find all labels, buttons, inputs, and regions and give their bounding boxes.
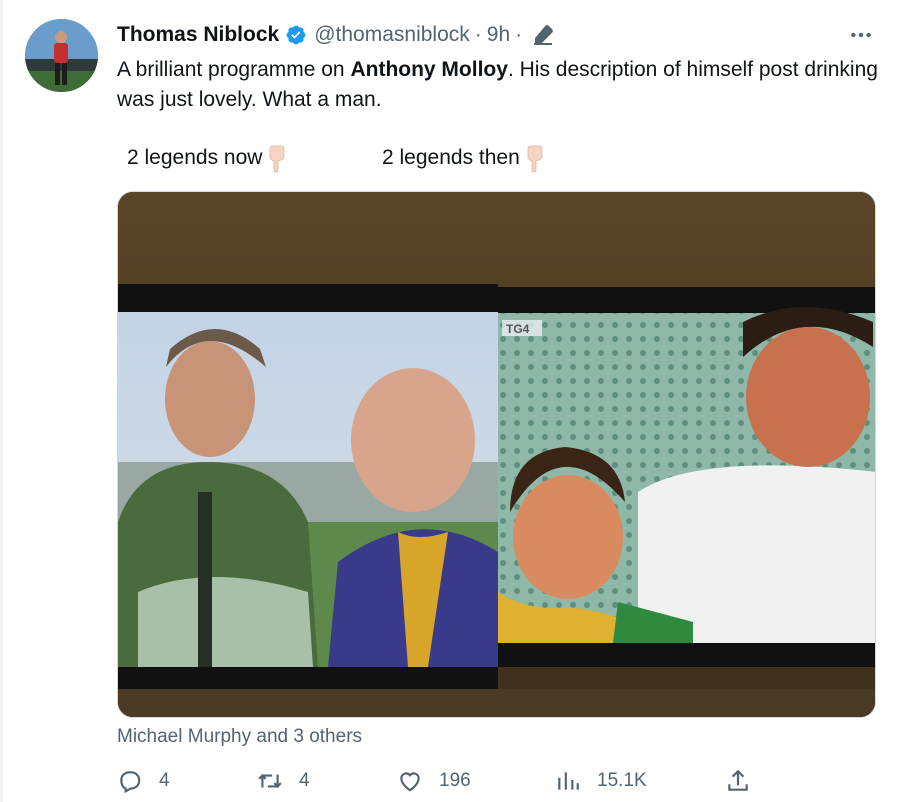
caption-now: 2 legends now [127,142,288,174]
views-button[interactable]: 15.1K [555,763,647,799]
share-button[interactable] [725,763,767,799]
retweet-button[interactable]: 4 [257,763,310,799]
tweet-photo[interactable]: TG4 [117,191,876,718]
reply-icon [120,771,141,794]
timestamp[interactable]: 9h [487,23,510,47]
tweet-actions: 4 4 196 15.1K [117,763,877,799]
view-count: 15.1K [597,770,647,791]
heart-icon [400,772,420,792]
author-name[interactable]: Thomas Niblock [117,23,279,47]
reply-count: 4 [159,770,170,791]
tweet-text: A brilliant programme on Anthony Molloy.… [117,55,887,115]
retweet-count: 4 [299,770,310,791]
backhand-index-pointing-down-icon [522,143,546,173]
caption-now-text: 2 legends now [127,146,263,169]
tweet-text-before: A brilliant programme on [117,58,351,81]
caption-then: 2 legends then [382,142,546,174]
retweet-icon [258,774,282,788]
like-count: 196 [439,770,471,791]
views-chart-icon [558,772,579,790]
author-handle[interactable]: @thomasniblock [314,23,470,47]
verified-badge-icon [285,24,307,46]
avatar[interactable] [25,19,98,92]
avatar-image [25,19,98,92]
more-options-icon[interactable] [848,22,874,48]
timeline-border [0,0,3,802]
tweet-header: Thomas Niblock @thomasniblock · 9h · [117,20,857,50]
photo-collage: TG4 [118,192,875,717]
tweet-text-bold: Anthony Molloy [350,58,508,81]
separator-dot: · [474,23,482,46]
backhand-index-pointing-down-icon [264,143,288,173]
share-icon [728,769,748,791]
liked-by[interactable]: Michael Murphy and 3 others [117,724,362,750]
caption-then-text: 2 legends then [382,146,520,169]
separator-dot-2: · [515,23,523,46]
reply-button[interactable]: 4 [117,763,170,799]
channel-logo: TG4 [506,322,530,336]
edited-pencil-icon[interactable] [531,23,555,47]
like-button[interactable]: 196 [397,763,471,799]
